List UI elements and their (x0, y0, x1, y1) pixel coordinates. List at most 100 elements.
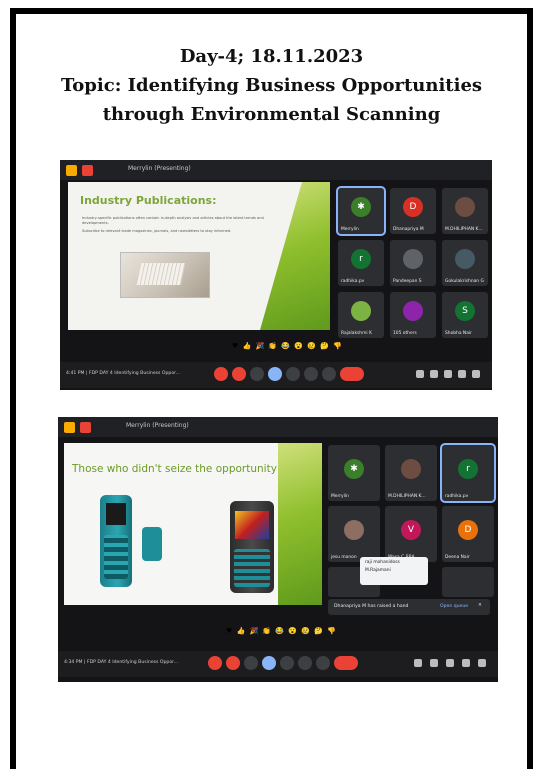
mic-off-icon[interactable] (208, 656, 222, 670)
present-icon[interactable] (268, 367, 282, 381)
info-icon[interactable] (416, 370, 424, 378)
avatar: r (351, 249, 371, 270)
participant-popup[interactable]: raji mohanidoss M.Rajamani (360, 557, 428, 585)
avatar (455, 197, 475, 218)
end-call-button[interactable] (340, 367, 364, 381)
meeting-top-bar: Merrylin (Presenting) (60, 160, 492, 180)
avatar (401, 458, 421, 479)
hand-icon[interactable] (304, 367, 318, 381)
hand-icon[interactable] (66, 165, 77, 176)
raised-hand-text: Dhanapriya M has raised a hand (334, 604, 409, 609)
page-heading: Day-4; 18.11.2023 Topic: Identifying Bus… (0, 42, 543, 129)
avatar: D (403, 197, 423, 218)
meeting-screenshot-2: Merrylin (Presenting) Those who didn't s… (58, 417, 498, 682)
participant-tile[interactable]: jesu manon (328, 506, 380, 562)
heading-topic-cont: through Environmental Scanning (102, 104, 441, 125)
participant-tile[interactable]: M.DHILIPHAN K... (442, 188, 488, 234)
slide-bullet: Subscribe to relevant trade magazines, j… (82, 229, 232, 233)
participant-tile[interactable]: S Shobha Nair (442, 292, 488, 338)
more-icon[interactable] (322, 367, 336, 381)
participant-tile[interactable]: Pandeepan S (390, 240, 436, 286)
slide-decoration (260, 182, 330, 330)
meeting-time-title: 4:34 PM | FDP DAY 4 Identifying Business… (64, 660, 179, 665)
slide-title: Those who didn't seize the opportunity (72, 463, 277, 475)
emoji-icon[interactable] (280, 656, 294, 670)
present-icon[interactable] (262, 656, 276, 670)
participant-tile[interactable]: D Deena Nair (442, 506, 494, 562)
participant-name: Merrylin (331, 494, 349, 499)
participant-tile[interactable] (442, 567, 494, 597)
participant-name: jesu manon (331, 555, 357, 560)
camera-off-icon[interactable] (232, 367, 246, 381)
camera-off-icon[interactable] (226, 656, 240, 670)
participant-tile[interactable]: 105 others (390, 292, 436, 338)
meeting-screenshot-1: Merrylin (Presenting) Industry Publicati… (60, 160, 492, 390)
participant-name: radhika.pv (341, 279, 365, 284)
stop-present-icon[interactable] (82, 165, 93, 176)
close-icon[interactable]: ✕ (478, 603, 482, 608)
heading-day-date: Day-4; 18.11.2023 (179, 46, 364, 67)
participant-tile[interactable]: r radhika.pv (338, 240, 384, 286)
meeting-control-bar: 4:34 PM | FDP DAY 4 Identifying Business… (58, 651, 498, 677)
phone-screen (106, 503, 126, 525)
feature-phone-back-image (142, 527, 162, 561)
lock-icon[interactable] (478, 659, 486, 667)
open-queue-link[interactable]: Open queue (440, 604, 468, 609)
hand-icon[interactable] (298, 656, 312, 670)
shared-slide: Industry Publications: Industry-specific… (68, 182, 330, 330)
participant-tile[interactable]: V Wasa C BBA (385, 506, 437, 562)
mic-off-icon[interactable] (214, 367, 228, 381)
phone-keypad (104, 535, 128, 579)
participant-name: Merrylin (341, 227, 359, 232)
presenter-label: Merrylin (Presenting) (128, 165, 191, 172)
participant-tile[interactable]: Rajalakshmi K (338, 292, 384, 338)
phone-keypad (234, 549, 270, 587)
participant-name: Pandeepan S (393, 279, 422, 284)
phone-screen (235, 511, 269, 539)
participant-tile[interactable]: Gokulakrishnan G (442, 240, 488, 286)
emoji-icon[interactable] (286, 367, 300, 381)
more-icon[interactable] (316, 656, 330, 670)
participant-name: Shobha Nair (445, 331, 472, 336)
participant-name: M.DHILIPHAN K... (388, 494, 426, 499)
avatar (344, 519, 364, 540)
hand-icon[interactable] (64, 422, 75, 433)
chat-icon[interactable] (444, 370, 452, 378)
participant-name: Rajalakshmi K (341, 331, 372, 336)
end-call-button[interactable] (334, 656, 358, 670)
info-icon[interactable] (414, 659, 422, 667)
popup-name[interactable]: raji mohanidoss (360, 557, 428, 565)
avatar: ✱ (344, 458, 364, 479)
avatar: r (458, 458, 478, 479)
avatar: ✱ (351, 197, 371, 218)
meeting-control-bar: 4:41 PM | FDP DAY 4 Identifying Business… (60, 362, 492, 388)
feature-phone-image (100, 495, 132, 587)
meeting-top-bar: Merrylin (Presenting) (58, 417, 498, 437)
participant-tile[interactable]: r radhika.pv (440, 443, 496, 503)
participant-tile[interactable]: M.DHILIPHAN K... (385, 445, 437, 501)
activities-icon[interactable] (458, 370, 466, 378)
lock-icon[interactable] (472, 370, 480, 378)
captions-icon[interactable] (250, 367, 264, 381)
avatar: S (455, 301, 475, 322)
heading-topic: Topic: Identifying Business Opportunitie… (60, 75, 483, 96)
raised-hand-toast: Dhanapriya M has raised a hand Open queu… (328, 599, 490, 615)
stop-present-icon[interactable] (80, 422, 91, 433)
activities-icon[interactable] (462, 659, 470, 667)
meeting-time-title: 4:41 PM | FDP DAY 4 Identifying Business… (66, 371, 181, 376)
participant-name: M.DHILIPHAN K... (445, 227, 483, 232)
smartphone-image (230, 501, 274, 593)
participant-tile[interactable]: ✱ Merrylin (336, 186, 386, 236)
participant-name: Deena Nair (445, 555, 470, 560)
reaction-bar[interactable]: ♥ 👍 🎉 👏 😂 😮 😢 🤔 👎 (232, 342, 343, 350)
people-icon[interactable] (430, 370, 438, 378)
chat-icon[interactable] (446, 659, 454, 667)
avatar: D (458, 519, 478, 540)
slide-decoration (278, 443, 322, 605)
people-icon[interactable] (430, 659, 438, 667)
participant-tile[interactable]: D Dhanapriya M (390, 188, 436, 234)
captions-icon[interactable] (244, 656, 258, 670)
reaction-bar[interactable]: ♥ 👍 🎉 👏 😂 😮 😢 🤔 👎 (226, 627, 337, 635)
popup-name[interactable]: M.Rajamani (360, 565, 428, 573)
participant-tile[interactable]: ✱ Merrylin (328, 445, 380, 501)
